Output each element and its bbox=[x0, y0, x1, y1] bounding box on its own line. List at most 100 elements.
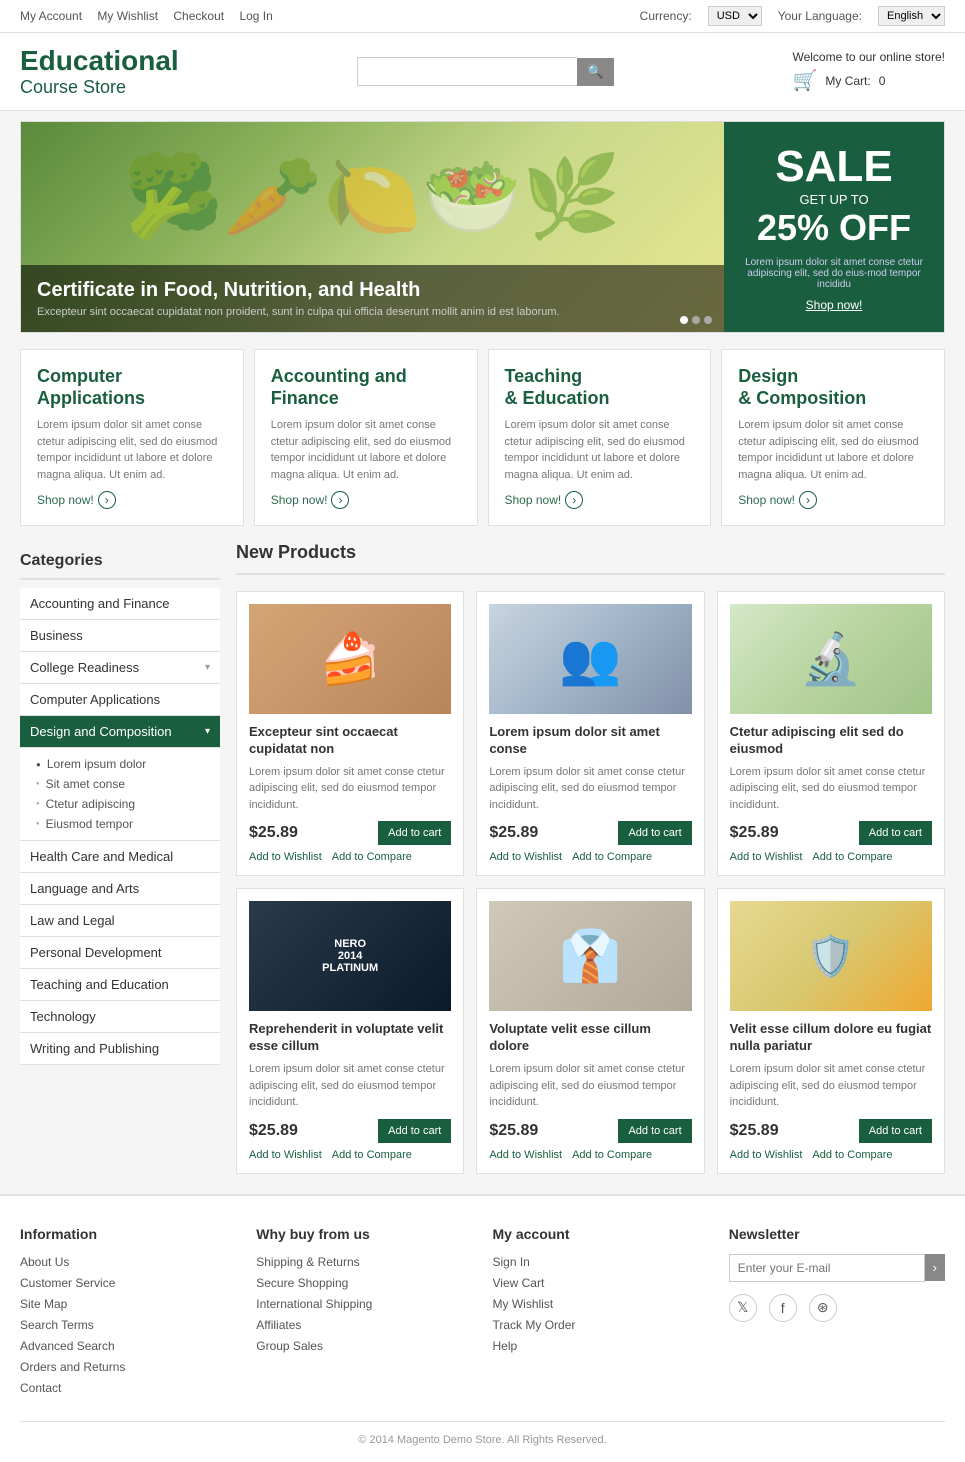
sidebar-item-business[interactable]: Business bbox=[20, 620, 220, 652]
add-wishlist-5[interactable]: Add to Wishlist bbox=[730, 1149, 803, 1161]
product-img-icon-0: 🍰 bbox=[319, 630, 381, 689]
dot-1[interactable] bbox=[680, 316, 688, 324]
newsletter-email-input[interactable] bbox=[729, 1254, 925, 1282]
sidebar-item-writing[interactable]: Writing and Publishing bbox=[20, 1033, 220, 1065]
sidebar-item-college[interactable]: College Readiness ▾ bbox=[20, 652, 220, 684]
add-compare-0[interactable]: Add to Compare bbox=[332, 851, 412, 863]
add-to-cart-5[interactable]: Add to cart bbox=[859, 1119, 932, 1143]
product-desc-1: Lorem ipsum dolor sit amet conse ctetur … bbox=[489, 764, 691, 814]
footer-help-link[interactable]: Help bbox=[493, 1339, 518, 1353]
add-wishlist-0[interactable]: Add to Wishlist bbox=[249, 851, 322, 863]
sidebar-item-law[interactable]: Law and Legal bbox=[20, 905, 220, 937]
add-compare-3[interactable]: Add to Compare bbox=[332, 1149, 412, 1161]
add-compare-4[interactable]: Add to Compare bbox=[572, 1149, 652, 1161]
search-input[interactable] bbox=[357, 57, 577, 86]
submenu-item-1[interactable]: Sit amet conse bbox=[36, 774, 210, 794]
checkout-link[interactable]: Checkout bbox=[173, 9, 224, 23]
footer-advanced-search-link[interactable]: Advanced Search bbox=[20, 1339, 115, 1353]
footer-viewcart-link[interactable]: View Cart bbox=[493, 1276, 545, 1290]
sidebar-item-personal[interactable]: Personal Development bbox=[20, 937, 220, 969]
sidebar-item-technology[interactable]: Technology bbox=[20, 1001, 220, 1033]
footer-shipping-link[interactable]: Shipping & Returns bbox=[256, 1255, 359, 1269]
banner-overlay: Certificate in Food, Nutrition, and Heal… bbox=[21, 265, 724, 332]
add-to-cart-3[interactable]: Add to cart bbox=[378, 1119, 451, 1143]
currency-select[interactable]: USD bbox=[708, 6, 762, 26]
product-card-0: 🍰 Excepteur sint occaecat cupidatat non … bbox=[236, 591, 464, 876]
footer-mywishlist-link[interactable]: My Wishlist bbox=[493, 1297, 554, 1311]
logo[interactable]: Educational Course Store bbox=[20, 45, 179, 98]
add-compare-2[interactable]: Add to Compare bbox=[812, 851, 892, 863]
top-bar-settings: Currency: USD Your Language: English bbox=[640, 6, 945, 26]
footer-sitemap-link[interactable]: Site Map bbox=[20, 1297, 67, 1311]
add-wishlist-1[interactable]: Add to Wishlist bbox=[489, 851, 562, 863]
footer-track-link[interactable]: Track My Order bbox=[493, 1318, 576, 1332]
product-bottom-3: $25.89 Add to cart bbox=[249, 1119, 451, 1143]
product-links-4: Add to Wishlist Add to Compare bbox=[489, 1149, 691, 1161]
rss-icon[interactable]: ⊛ bbox=[809, 1294, 837, 1322]
product-card-3: NERO2014PLATINUM Reprehenderit in volupt… bbox=[236, 888, 464, 1173]
product-card-1: 👥 Lorem ipsum dolor sit amet conse Lorem… bbox=[476, 591, 704, 876]
footer-signin-link[interactable]: Sign In bbox=[493, 1255, 530, 1269]
product-img-icon-2: 🔬 bbox=[800, 630, 862, 689]
sale-button[interactable]: Shop now! bbox=[806, 298, 863, 312]
add-to-cart-1[interactable]: Add to cart bbox=[618, 821, 691, 845]
add-compare-5[interactable]: Add to Compare bbox=[812, 1149, 892, 1161]
footer-secure-link[interactable]: Secure Shopping bbox=[256, 1276, 348, 1290]
logo-bold: Educational bbox=[20, 45, 179, 77]
feature-link-1[interactable]: Shop now! bbox=[271, 493, 328, 507]
footer-newsletter: Newsletter › 𝕏 f ⊛ bbox=[729, 1226, 945, 1401]
newsletter-submit-button[interactable]: › bbox=[925, 1254, 945, 1281]
sidebar-item-teaching[interactable]: Teaching and Education bbox=[20, 969, 220, 1001]
add-to-cart-2[interactable]: Add to cart bbox=[859, 821, 932, 845]
sidebar-item-accounting[interactable]: Accounting and Finance bbox=[20, 588, 220, 620]
dot-2[interactable] bbox=[692, 316, 700, 324]
product-price-2: $25.89 bbox=[730, 824, 779, 842]
sidebar-item-language[interactable]: Language and Arts bbox=[20, 873, 220, 905]
dot-3[interactable] bbox=[704, 316, 712, 324]
product-image-4: 👔 bbox=[489, 901, 691, 1011]
feature-box-3: Design& Composition Lorem ipsum dolor si… bbox=[721, 349, 945, 526]
sidebar-item-computer[interactable]: Computer Applications bbox=[20, 684, 220, 716]
footer-customer-link[interactable]: Customer Service bbox=[20, 1276, 115, 1290]
product-name-3: Reprehenderit in voluptate velit esse ci… bbox=[249, 1021, 451, 1055]
facebook-icon[interactable]: f bbox=[769, 1294, 797, 1322]
product-price-4: $25.89 bbox=[489, 1122, 538, 1140]
footer-intl-link[interactable]: International Shipping bbox=[256, 1297, 372, 1311]
footer-group-link[interactable]: Group Sales bbox=[256, 1339, 323, 1353]
sidebar-item-health[interactable]: Health Care and Medical bbox=[20, 841, 220, 873]
language-select[interactable]: English bbox=[878, 6, 945, 26]
feature-link-3[interactable]: Shop now! bbox=[738, 493, 795, 507]
search-button[interactable]: 🔍 bbox=[577, 58, 614, 86]
footer-affiliates-link[interactable]: Affiliates bbox=[256, 1318, 301, 1332]
my-wishlist-link[interactable]: My Wishlist bbox=[97, 9, 158, 23]
footer-contact-link[interactable]: Contact bbox=[20, 1381, 61, 1395]
footer-about-link[interactable]: About Us bbox=[20, 1255, 69, 1269]
my-account-link[interactable]: My Account bbox=[20, 9, 82, 23]
sidebar-item-design[interactable]: Design and Composition ▾ bbox=[20, 716, 220, 748]
add-wishlist-3[interactable]: Add to Wishlist bbox=[249, 1149, 322, 1161]
login-link[interactable]: Log In bbox=[239, 9, 272, 23]
footer-orders-link[interactable]: Orders and Returns bbox=[20, 1360, 125, 1374]
footer-search-terms-link[interactable]: Search Terms bbox=[20, 1318, 94, 1332]
product-links-3: Add to Wishlist Add to Compare bbox=[249, 1149, 451, 1161]
product-name-2: Ctetur adipiscing elit sed do eiusmod bbox=[730, 724, 932, 758]
submenu-item-3[interactable]: Eiusmod tempor bbox=[36, 814, 210, 834]
chevron-down-icon: ▾ bbox=[205, 726, 210, 737]
product-name-4: Voluptate velit esse cillum dolore bbox=[489, 1021, 691, 1055]
cart-label: My Cart: bbox=[825, 74, 870, 88]
product-desc-4: Lorem ipsum dolor sit amet conse ctetur … bbox=[489, 1061, 691, 1111]
add-to-cart-0[interactable]: Add to cart bbox=[378, 821, 451, 845]
twitter-icon[interactable]: 𝕏 bbox=[729, 1294, 757, 1322]
add-wishlist-2[interactable]: Add to Wishlist bbox=[730, 851, 803, 863]
submenu-item-0[interactable]: Lorem ipsum dolor bbox=[36, 754, 210, 774]
feature-link-2[interactable]: Shop now! bbox=[505, 493, 562, 507]
cart-area[interactable]: 🛒 My Cart: 0 bbox=[792, 68, 945, 93]
submenu-item-2[interactable]: Ctetur adipiscing bbox=[36, 794, 210, 814]
feature-link-0[interactable]: Shop now! bbox=[37, 493, 94, 507]
add-wishlist-4[interactable]: Add to Wishlist bbox=[489, 1149, 562, 1161]
add-compare-1[interactable]: Add to Compare bbox=[572, 851, 652, 863]
add-to-cart-4[interactable]: Add to cart bbox=[618, 1119, 691, 1143]
feature-title-1: Accounting andFinance bbox=[271, 366, 461, 409]
product-price-3: $25.89 bbox=[249, 1122, 298, 1140]
product-desc-2: Lorem ipsum dolor sit amet conse ctetur … bbox=[730, 764, 932, 814]
